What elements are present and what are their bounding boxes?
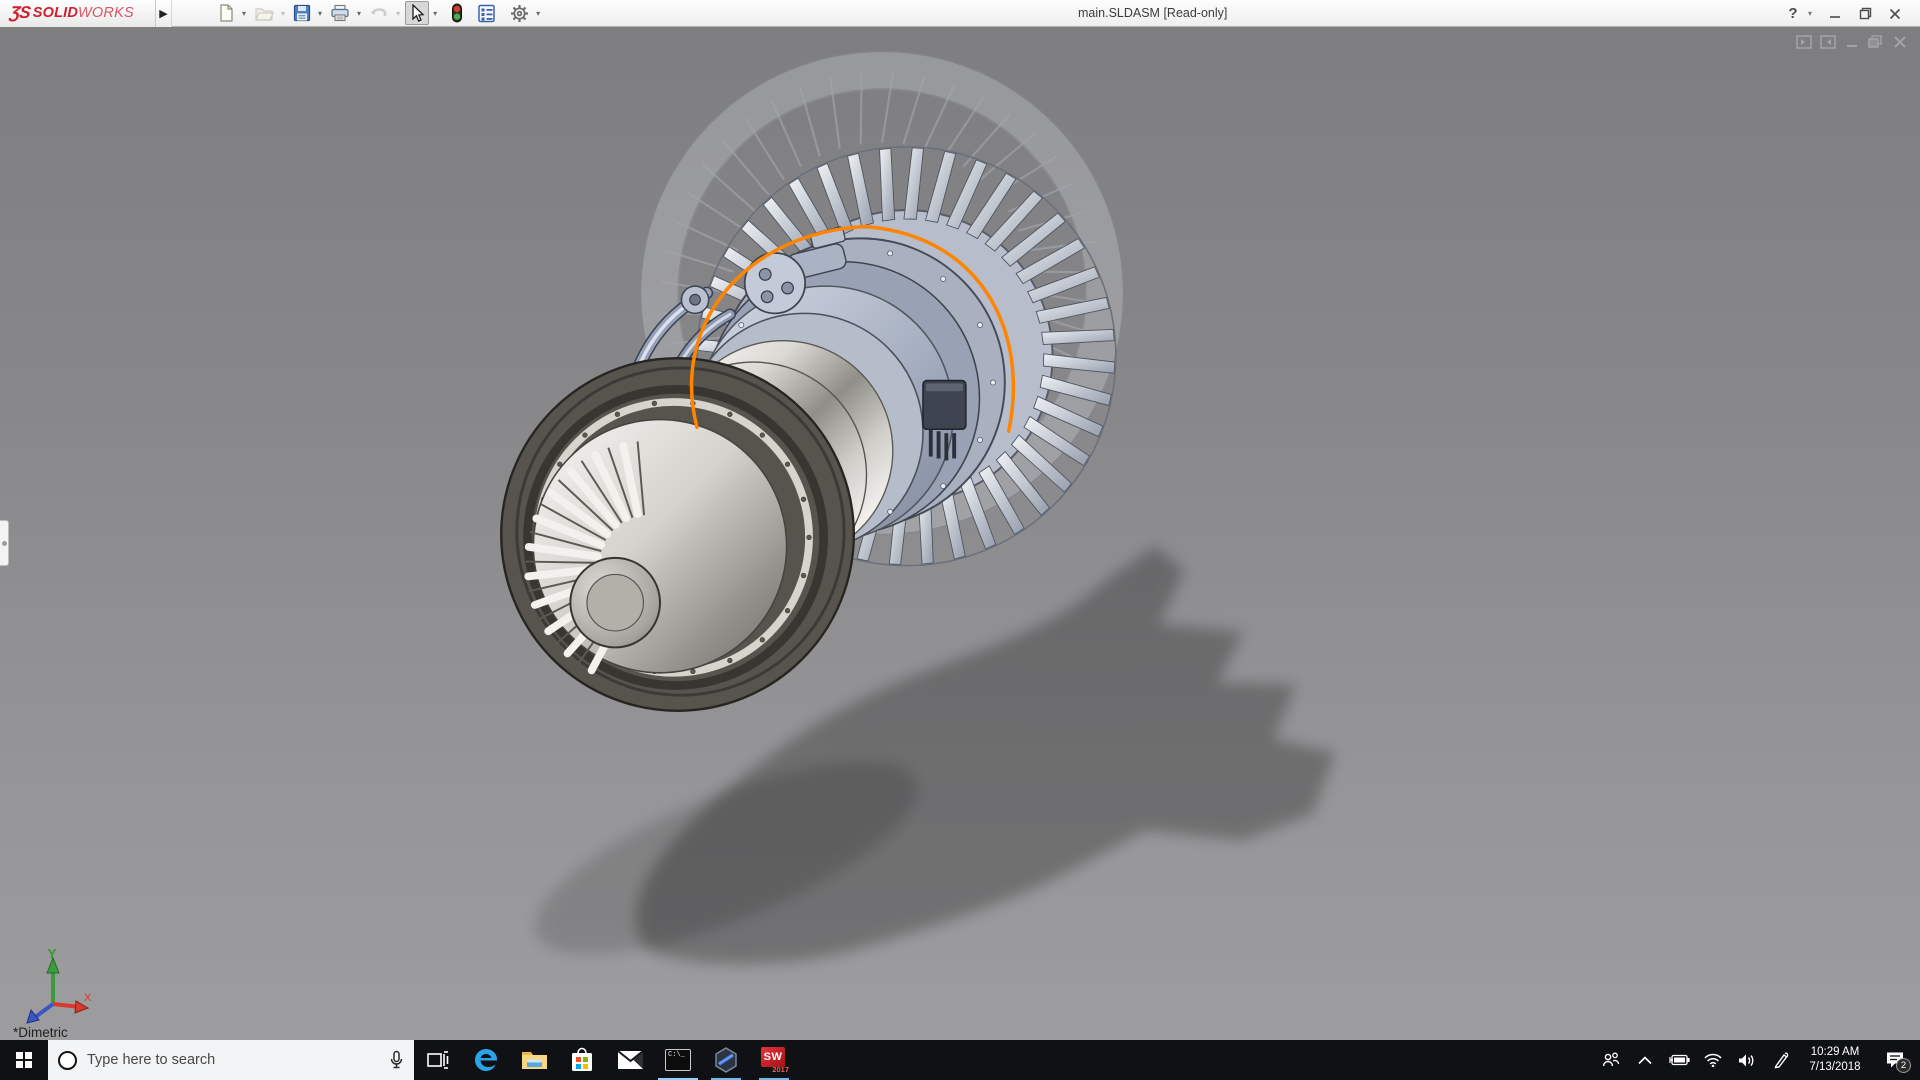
taskbar-app-command-prompt[interactable]: C:\_ [654, 1040, 702, 1080]
save-floppy-icon [293, 4, 311, 22]
select-caret[interactable]: ▾ [433, 9, 437, 18]
doc-restore-button[interactable] [1867, 34, 1884, 49]
windows-ink-icon[interactable] [1766, 1040, 1796, 1080]
solidworks-2017-icon: SW 2017 [761, 1047, 787, 1073]
start-button[interactable] [0, 1040, 48, 1080]
open-button[interactable] [251, 1, 277, 25]
doc-minimize-button[interactable] [1843, 34, 1860, 49]
view-orientation-label: *Dimetric [13, 1025, 68, 1040]
window-controls: ? ▾ [1778, 0, 1910, 27]
doc-close-button[interactable] [1891, 34, 1908, 49]
triad-y-label: Y [48, 947, 56, 961]
task-view-button[interactable] [414, 1040, 462, 1080]
taskbar-app-store[interactable] [558, 1040, 606, 1080]
store-icon [570, 1047, 594, 1073]
windows-taskbar: C:\_ SW 2017 [0, 1040, 1920, 1080]
file-properties-icon [477, 4, 496, 23]
taskbar-app-mail[interactable] [606, 1040, 654, 1080]
print-caret[interactable]: ▾ [357, 9, 361, 18]
clock-date: 7/13/2018 [1802, 1060, 1868, 1075]
taskbar-clock[interactable]: 10:29 AM 7/13/2018 [1800, 1045, 1870, 1075]
mail-icon [617, 1050, 644, 1070]
close-button[interactable] [1880, 0, 1910, 27]
help-button[interactable]: ? [1778, 0, 1808, 27]
select-tool-button[interactable] [405, 1, 429, 25]
file-properties-button[interactable] [474, 1, 499, 25]
action-center-button[interactable]: 2 [1874, 1040, 1916, 1080]
select-cursor-icon [408, 4, 426, 23]
search-input[interactable] [87, 1052, 379, 1068]
undo-icon [369, 4, 389, 22]
title-bar: ƷS SOLID WORKS ▶ ▾ ▾ ▾ [0, 0, 1920, 27]
engine-model [0, 27, 1920, 1040]
open-folder-icon [254, 4, 274, 22]
taskbar-search[interactable] [48, 1040, 414, 1080]
open-caret[interactable]: ▾ [281, 9, 285, 18]
people-icon[interactable] [1596, 1040, 1626, 1080]
taskbar-app-file-explorer[interactable] [510, 1040, 558, 1080]
task-view-icon [427, 1050, 449, 1070]
solidworks-logo: ƷS SOLID WORKS [0, 0, 156, 27]
new-document-button[interactable] [214, 1, 238, 25]
file-explorer-icon [521, 1049, 548, 1071]
restore-icon [1859, 7, 1872, 20]
hexagon-tool-icon [712, 1046, 740, 1074]
nozzle [501, 358, 854, 711]
panel-flyout-tab[interactable] [0, 520, 9, 566]
command-prompt-icon: C:\_ [665, 1049, 691, 1071]
undo-caret[interactable]: ▾ [396, 9, 400, 18]
brand-name-bold: SOLID [33, 5, 78, 21]
triad-x-label: X [84, 992, 92, 1004]
battery-icon[interactable] [1664, 1040, 1694, 1080]
edge-icon [473, 1047, 499, 1073]
taskbar-app-solidworks[interactable]: SW 2017 [750, 1040, 798, 1080]
print-button[interactable] [327, 1, 353, 25]
rebuild-stoplight-icon [451, 3, 463, 23]
close-icon [1889, 8, 1901, 20]
panel-flyout-dot [2, 541, 7, 546]
wifi-icon[interactable] [1698, 1040, 1728, 1080]
cortana-icon [58, 1051, 77, 1070]
orientation-triad: Y X [14, 946, 92, 1026]
brand-name-light: WORKS [78, 5, 134, 21]
minimize-button[interactable] [1820, 0, 1850, 27]
taskbar-app-edge[interactable] [462, 1040, 510, 1080]
undo-button[interactable] [366, 1, 392, 25]
options-button[interactable] [507, 1, 532, 25]
menu-flyout-arrow[interactable]: ▶ [156, 0, 172, 27]
new-caret[interactable]: ▾ [242, 9, 246, 18]
document-title: main.SLDASM [Read-only] [1078, 0, 1227, 27]
pane-left-button[interactable] [1795, 34, 1812, 49]
save-caret[interactable]: ▾ [318, 9, 322, 18]
minimize-icon [1829, 8, 1841, 20]
print-icon [330, 4, 350, 22]
save-button[interactable] [290, 1, 314, 25]
taskbar-app-hexagon-tool[interactable] [702, 1040, 750, 1080]
quick-access-toolbar: ▾ ▾ ▾ ▾ [214, 1, 543, 25]
restore-button[interactable] [1850, 0, 1880, 27]
document-window-controls [1795, 34, 1908, 49]
tray-chevron-up-icon[interactable] [1630, 1040, 1660, 1080]
brand-mark: ƷS [9, 3, 32, 23]
options-caret[interactable]: ▾ [536, 9, 540, 18]
pane-right-button[interactable] [1819, 34, 1836, 49]
microphone-icon[interactable] [389, 1050, 404, 1070]
new-document-icon [217, 4, 235, 22]
clock-time: 10:29 AM [1802, 1045, 1868, 1060]
notification-badge: 2 [1896, 1058, 1911, 1073]
volume-icon[interactable] [1732, 1040, 1762, 1080]
graphics-viewport[interactable]: Y X *Dimetric [0, 27, 1920, 1040]
system-tray: 10:29 AM 7/13/2018 2 [1596, 1040, 1920, 1080]
windows-logo-icon [16, 1052, 32, 1068]
help-caret[interactable]: ▾ [1808, 9, 1820, 18]
rebuild-button[interactable] [448, 1, 466, 25]
options-gear-icon [510, 4, 529, 23]
